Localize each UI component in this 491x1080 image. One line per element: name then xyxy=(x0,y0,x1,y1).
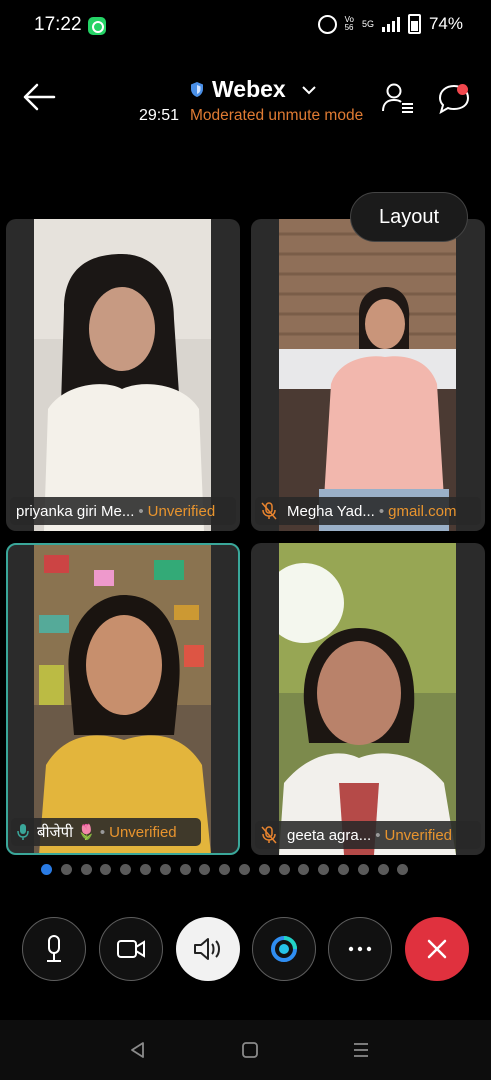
participant-tile-3[interactable]: बीजेपी 🌷 • Unverified xyxy=(6,543,240,855)
page-dot[interactable] xyxy=(397,864,409,875)
status-time: 17:22 xyxy=(34,14,82,35)
participant-video-3 xyxy=(34,545,211,853)
status-indicators: Vo 56 5G 74% xyxy=(317,14,463,34)
page-dot[interactable] xyxy=(258,864,270,875)
mic-muted-icon xyxy=(261,826,277,844)
network-type: 5G xyxy=(361,19,374,29)
separator-dot: • xyxy=(99,823,106,841)
participant-video-2 xyxy=(279,219,456,531)
webex-assistant-icon xyxy=(271,936,297,962)
page-dot[interactable] xyxy=(41,864,52,875)
page-dot[interactable] xyxy=(199,864,211,875)
shield-icon xyxy=(191,82,203,97)
meeting-title-dropdown[interactable]: Webex xyxy=(190,76,316,103)
page-dot[interactable] xyxy=(179,864,191,875)
page-dot[interactable] xyxy=(139,864,151,875)
page-dot[interactable] xyxy=(120,864,132,875)
video-button[interactable] xyxy=(99,917,163,981)
participant-status: Unverified xyxy=(147,502,216,520)
page-dot[interactable] xyxy=(337,864,349,875)
participant-label-4: geeta agra... • Unverified xyxy=(255,821,481,849)
video-camera-icon xyxy=(117,940,145,958)
meeting-timer: 29:51 xyxy=(139,107,180,124)
participant-tile-1[interactable]: priyanka giri Me... • Unverified xyxy=(6,219,240,531)
battery-icon xyxy=(407,14,421,34)
alarm-icon xyxy=(317,14,337,34)
participant-status: Unverified xyxy=(109,823,177,841)
system-navigation-bar xyxy=(0,1020,491,1080)
recents-nav-icon[interactable] xyxy=(352,1041,370,1059)
page-dot[interactable] xyxy=(238,864,250,875)
volte-bottom-text: 56 xyxy=(344,23,354,32)
participant-label-3: बीजेपी 🌷 • Unverified xyxy=(11,818,201,846)
mic-active-icon xyxy=(17,824,29,840)
participants-icon[interactable] xyxy=(381,82,415,114)
page-dot[interactable] xyxy=(80,864,92,875)
battery-percent: 74% xyxy=(428,14,463,33)
participant-name: बीजेपी 🌷 xyxy=(37,824,96,841)
page-dot[interactable] xyxy=(377,864,389,875)
participant-name: priyanka giri Me... xyxy=(16,502,135,520)
participant-tile-4[interactable]: geeta agra... • Unverified xyxy=(251,543,485,855)
participant-name: geeta agra... xyxy=(287,826,372,844)
end-call-button[interactable] xyxy=(405,917,469,981)
more-icon xyxy=(348,946,372,952)
mic-muted-icon xyxy=(261,502,277,520)
page-dot[interactable] xyxy=(219,864,231,875)
page-dot[interactable] xyxy=(159,864,171,875)
chat-notification-badge xyxy=(457,84,468,95)
end-call-icon xyxy=(427,939,447,959)
layout-button[interactable]: Layout xyxy=(350,192,468,242)
audio-button[interactable] xyxy=(176,917,240,981)
mic-icon xyxy=(47,935,61,962)
separator-dot: • xyxy=(378,502,385,520)
back-arrow-icon[interactable] xyxy=(22,82,56,112)
separator-dot: • xyxy=(138,502,144,520)
whatsapp-notification-icon xyxy=(88,17,106,35)
volte-indicator: Vo 56 xyxy=(345,16,354,32)
meeting-mode: Moderated unmute mode xyxy=(190,107,364,124)
signal-icon xyxy=(381,16,400,32)
page-dot[interactable] xyxy=(318,864,330,875)
back-nav-icon[interactable] xyxy=(129,1041,147,1059)
participant-label-2: Megha Yad... • gmail.com xyxy=(255,497,481,525)
participant-video-1 xyxy=(34,219,211,531)
participant-status: Unverified xyxy=(384,826,453,844)
page-dot[interactable] xyxy=(298,864,310,875)
page-dot[interactable] xyxy=(100,864,112,875)
more-options-button[interactable] xyxy=(328,917,392,981)
page-dot[interactable] xyxy=(357,864,369,875)
assistant-button[interactable] xyxy=(252,917,316,981)
participant-label-1: priyanka giri Me... • Unverified xyxy=(10,497,236,525)
participant-name: Megha Yad... xyxy=(287,502,375,520)
home-nav-icon[interactable] xyxy=(241,1041,259,1059)
chevron-down-icon xyxy=(302,85,316,94)
page-dot[interactable] xyxy=(278,864,290,875)
participant-video-4 xyxy=(279,543,456,855)
app-title: Webex xyxy=(212,76,286,102)
participant-tile-2[interactable]: Megha Yad... • gmail.com xyxy=(251,219,485,531)
speaker-icon xyxy=(194,938,220,960)
participant-status: gmail.com xyxy=(388,502,457,520)
mute-button[interactable] xyxy=(22,917,86,981)
page-dot[interactable] xyxy=(60,864,72,875)
page-indicator[interactable] xyxy=(41,864,409,875)
separator-dot: • xyxy=(375,826,381,844)
